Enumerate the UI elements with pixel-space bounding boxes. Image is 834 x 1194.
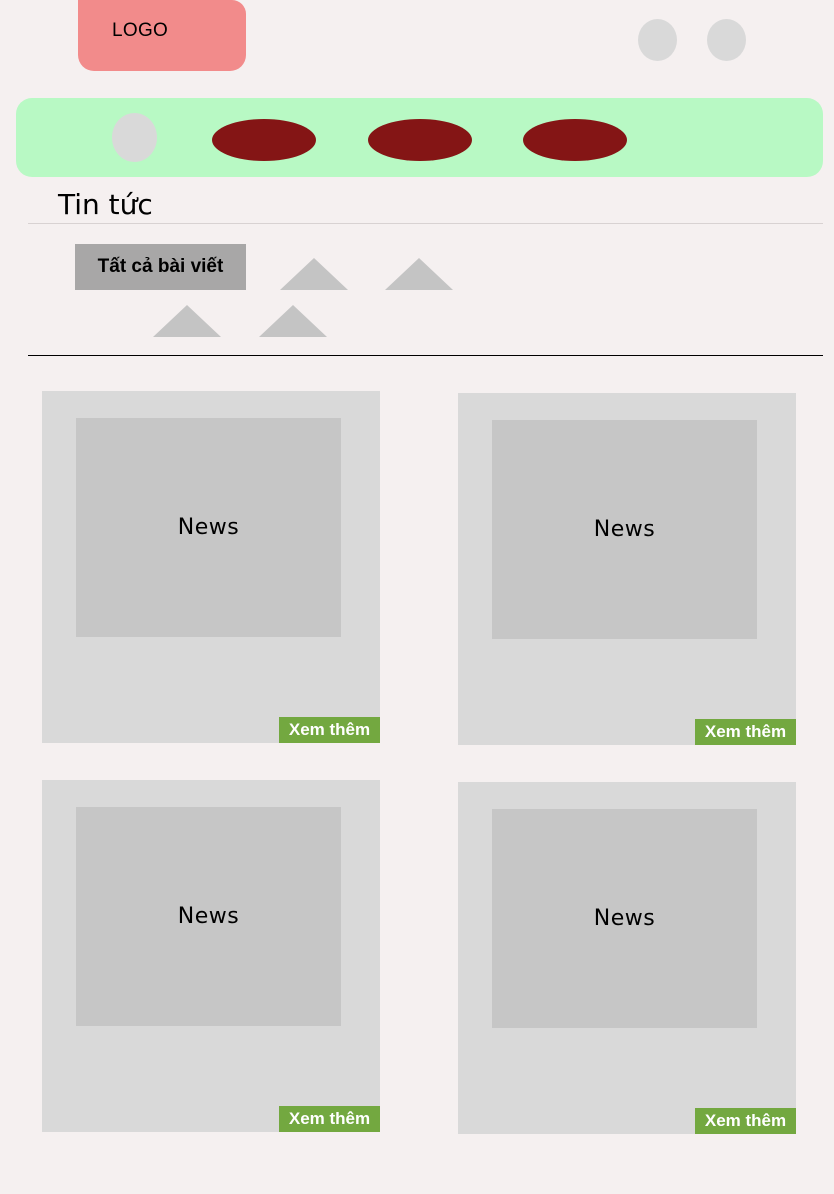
news-card: News Xem thêm [42,780,380,1132]
news-thumbnail[interactable]: News [76,807,341,1026]
logo[interactable]: LOGO [78,0,246,71]
read-more-button[interactable]: Xem thêm [279,717,380,743]
news-thumbnail[interactable]: News [492,809,757,1028]
filter-category-2-icon[interactable] [385,258,453,290]
nav-item-2[interactable] [368,119,472,161]
filter-category-3-icon[interactable] [153,305,221,337]
title-divider [28,223,823,224]
read-more-button[interactable]: Xem thêm [695,1108,796,1134]
news-card: News Xem thêm [42,391,380,743]
news-thumbnail-label: News [593,517,656,542]
news-thumbnail[interactable]: News [492,420,757,639]
news-thumbnail-label: News [177,904,240,929]
cart-icon[interactable] [707,19,746,61]
news-card: News Xem thêm [458,782,796,1134]
filter-category-4-icon[interactable] [259,305,327,337]
home-icon[interactable] [112,113,157,162]
read-more-button[interactable]: Xem thêm [279,1106,380,1132]
nav-item-3[interactable] [523,119,627,161]
nav-item-1[interactable] [212,119,316,161]
news-thumbnail[interactable]: News [76,418,341,637]
read-more-button[interactable]: Xem thêm [695,719,796,745]
news-thumbnail-label: News [177,515,240,540]
user-icon[interactable] [638,19,677,61]
filter-all-posts-button[interactable]: Tất cả bài viết [75,244,246,290]
page-title: Tin tức [58,188,153,221]
logo-text: LOGO [112,20,169,41]
news-card: News Xem thêm [458,393,796,745]
filter-divider [28,355,823,356]
news-thumbnail-label: News [593,906,656,931]
filter-category-1-icon[interactable] [280,258,348,290]
